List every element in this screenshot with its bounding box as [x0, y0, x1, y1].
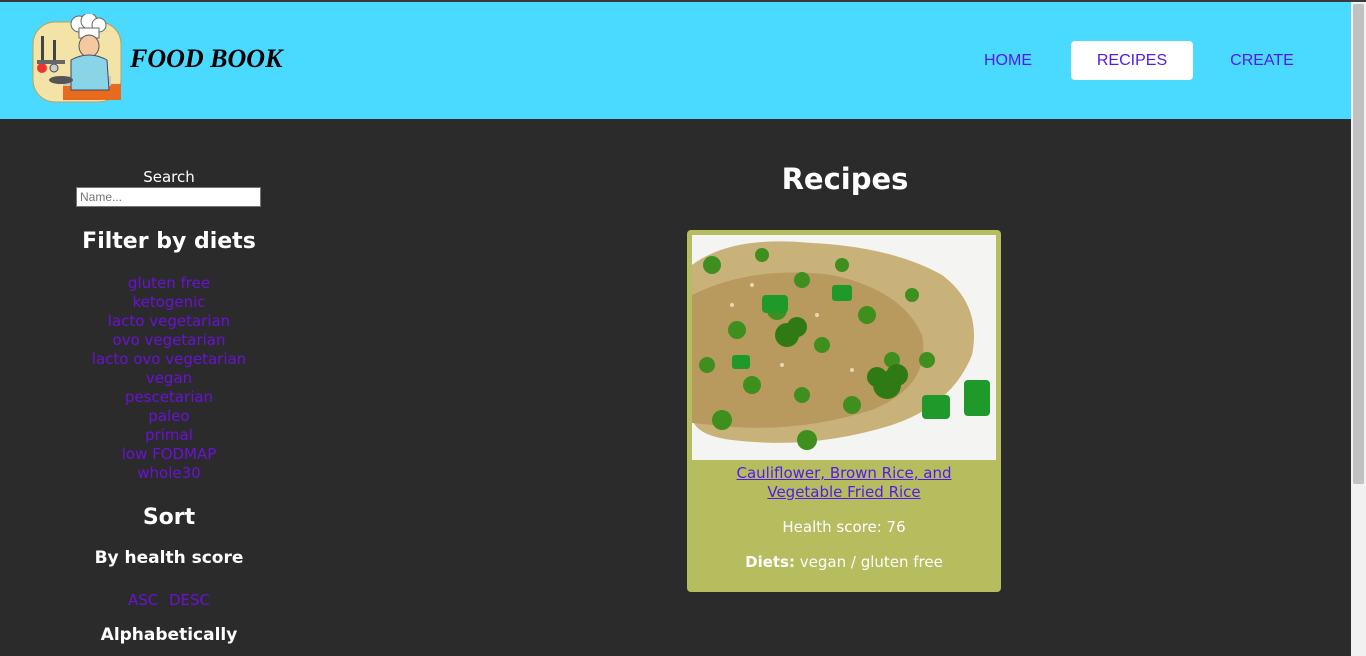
sort-asc-link[interactable]: ASC — [128, 591, 158, 609]
sort-desc-link[interactable]: DESC — [169, 591, 210, 609]
recipe-health-score: Health score: 76 — [782, 518, 906, 536]
recipe-card: Cauliflower, Brown Rice, and Vegetable F… — [687, 230, 1001, 592]
search-label: Search — [143, 168, 195, 186]
filter-sidebar: Search Filter by diets gluten free ketog… — [60, 165, 278, 645]
scrollbar-thumb[interactable] — [1353, 4, 1364, 484]
sort-heading: Sort — [142, 505, 196, 530]
nav-recipes-link[interactable]: RECIPES — [1071, 41, 1193, 80]
diet-filter-low-fodmap[interactable]: low FODMAP — [60, 445, 278, 464]
page-title: Recipes — [781, 162, 909, 196]
sort-health-heading: By health score — [94, 548, 244, 568]
diet-filter-ovo-vegetarian[interactable]: ovo vegetarian — [60, 331, 278, 350]
site-header: FOOD BOOK HOME RECIPES CREATE — [0, 2, 1351, 119]
page-scrollbar[interactable] — [1351, 2, 1366, 656]
filter-diets-heading: Filter by diets — [82, 229, 256, 254]
recipe-diets-label: Diets: — [745, 553, 795, 571]
recipe-title-link[interactable]: Cauliflower, Brown Rice, and Vegetable F… — [697, 464, 991, 502]
brand-title[interactable]: FOOD BOOK — [130, 44, 282, 74]
recipe-diets: Diets: vegan / gluten free — [687, 553, 1001, 571]
nav-home-link[interactable]: HOME — [968, 41, 1048, 80]
sort-health-links: ASC DESC — [60, 591, 278, 609]
nav-create-link[interactable]: CREATE — [1222, 41, 1302, 80]
diet-filter-ketogenic[interactable]: ketogenic — [60, 293, 278, 312]
diet-filter-lacto-ovo-vegetarian[interactable]: lacto ovo vegetarian — [60, 350, 278, 369]
sort-alpha-heading: Alphabetically — [100, 625, 238, 645]
diet-filter-paleo[interactable]: paleo — [60, 407, 278, 426]
diet-filter-list: gluten free ketogenic lacto vegetarian o… — [60, 274, 278, 483]
chef-icon[interactable] — [31, 12, 125, 106]
diet-filter-pescetarian[interactable]: pescetarian — [60, 388, 278, 407]
recipe-image[interactable] — [692, 235, 996, 460]
diet-filter-whole30[interactable]: whole30 — [60, 464, 278, 483]
diet-filter-gluten-free[interactable]: gluten free — [60, 274, 278, 293]
diet-filter-vegan[interactable]: vegan — [60, 369, 278, 388]
diet-filter-lacto-vegetarian[interactable]: lacto vegetarian — [60, 312, 278, 331]
search-input[interactable] — [76, 187, 261, 207]
recipe-diets-value: vegan / gluten free — [799, 553, 943, 571]
diet-filter-primal[interactable]: primal — [60, 426, 278, 445]
